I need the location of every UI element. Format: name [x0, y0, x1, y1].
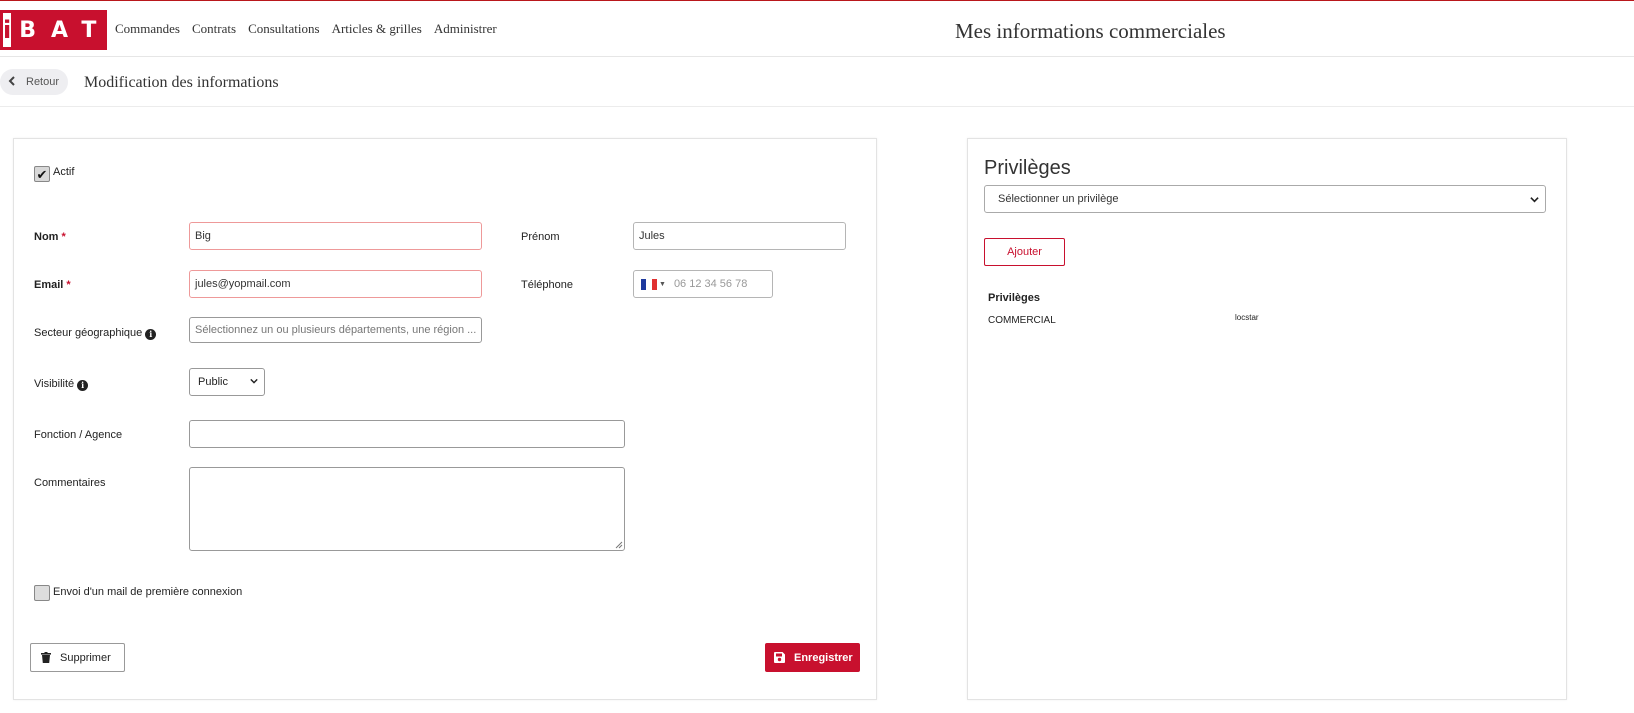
info-icon[interactable]: i [77, 380, 89, 391]
telephone-placeholder: 06 12 34 56 78 [673, 278, 748, 290]
nav-item-administrer[interactable]: Administrer [434, 21, 497, 37]
delete-button[interactable]: Supprimer [30, 643, 125, 672]
required-marker: * [61, 231, 66, 243]
save-icon [774, 652, 785, 663]
telephone-label: Téléphone [521, 279, 573, 291]
nom-input[interactable]: Big [189, 222, 482, 250]
chevron-down-icon [250, 378, 258, 384]
first-login-mail-label: Envoi d'un mail de première connexion [53, 586, 243, 598]
save-button[interactable]: Enregistrer [765, 643, 860, 672]
telephone-input[interactable]: ▼ 06 12 34 56 78 [633, 270, 773, 298]
required-marker: * [66, 279, 71, 291]
first-login-mail-checkbox[interactable] [34, 585, 50, 601]
back-button-label: Retour [26, 76, 60, 88]
nav-item-contrats[interactable]: Contrats [192, 21, 236, 37]
nom-label: Nom * [34, 231, 66, 243]
privilege-name-cell: COMMERCIAL [988, 315, 1056, 326]
user-form-card: ✔ Actif Nom * Big Prénom Jules Email * j… [13, 138, 877, 700]
commentaires-label: Commentaires [34, 477, 106, 489]
check-icon: ✔ [36, 166, 48, 182]
back-button[interactable]: Retour [0, 69, 68, 95]
nom-label-text: Nom [34, 231, 59, 243]
info-icon[interactable]: i [145, 329, 157, 340]
table-row: COMMERCIAL locstar [988, 313, 1528, 329]
privilege-value-cell: locstar [1235, 313, 1259, 322]
secteur-label: Secteur géographique i [34, 327, 157, 340]
fonction-input[interactable] [189, 420, 625, 448]
commentaires-textarea[interactable] [189, 467, 625, 551]
fonction-label: Fonction / Agence [34, 429, 123, 441]
resize-handle-icon[interactable] [615, 541, 623, 549]
email-input[interactable]: jules@yopmail.com [189, 270, 482, 298]
visibilite-select[interactable]: Public [189, 368, 265, 396]
active-label: Actif [53, 166, 75, 178]
caret-down-icon: ▼ [659, 280, 666, 288]
email-label: Email * [34, 279, 71, 291]
secteur-input[interactable]: Sélectionnez un ou plusieurs département… [189, 317, 482, 343]
nav-item-consultations[interactable]: Consultations [248, 21, 320, 37]
app-header: i BAT Commandes Contrats Consultations A… [0, 1, 1634, 57]
privileges-card: Privilèges Sélectionner un privilège Ajo… [967, 138, 1567, 700]
visibilite-value: Public [198, 376, 228, 388]
visibilite-label-text: Visibilité [34, 378, 75, 390]
delete-button-label: Supprimer [60, 651, 111, 664]
logo-text: BAT [19, 17, 112, 43]
trash-icon [41, 652, 51, 663]
privileges-table-header: Privilèges [988, 292, 1040, 304]
active-checkbox[interactable]: ✔ [34, 166, 50, 182]
secteur-label-text: Secteur géographique [34, 327, 143, 339]
privilege-select[interactable]: Sélectionner un privilège [984, 185, 1546, 213]
chevron-down-icon [1530, 197, 1539, 203]
main-nav: Commandes Contrats Consultations Article… [115, 21, 509, 37]
chevron-left-icon [8, 75, 16, 89]
prenom-label: Prénom [521, 231, 560, 243]
visibilite-label: Visibilité i [34, 378, 89, 391]
page-title: Mes informations commerciales [955, 19, 1226, 43]
privilege-select-placeholder: Sélectionner un privilège [998, 193, 1119, 205]
section-title: Modification des informations [84, 74, 279, 91]
france-flag-icon[interactable] [641, 278, 657, 290]
privileges-title: Privilèges [984, 157, 1071, 179]
add-privilege-button[interactable]: Ajouter [984, 238, 1065, 266]
nav-item-commandes[interactable]: Commandes [115, 21, 180, 37]
nav-item-articles-grilles[interactable]: Articles & grilles [332, 21, 422, 37]
save-button-label: Enregistrer [794, 651, 853, 664]
brand-logo[interactable]: i BAT [0, 10, 107, 50]
sub-header: Retour Modification des informations [0, 58, 1634, 107]
logo-letter-i: i [3, 13, 12, 47]
email-label-text: Email [34, 279, 64, 291]
prenom-input[interactable]: Jules [633, 222, 846, 250]
